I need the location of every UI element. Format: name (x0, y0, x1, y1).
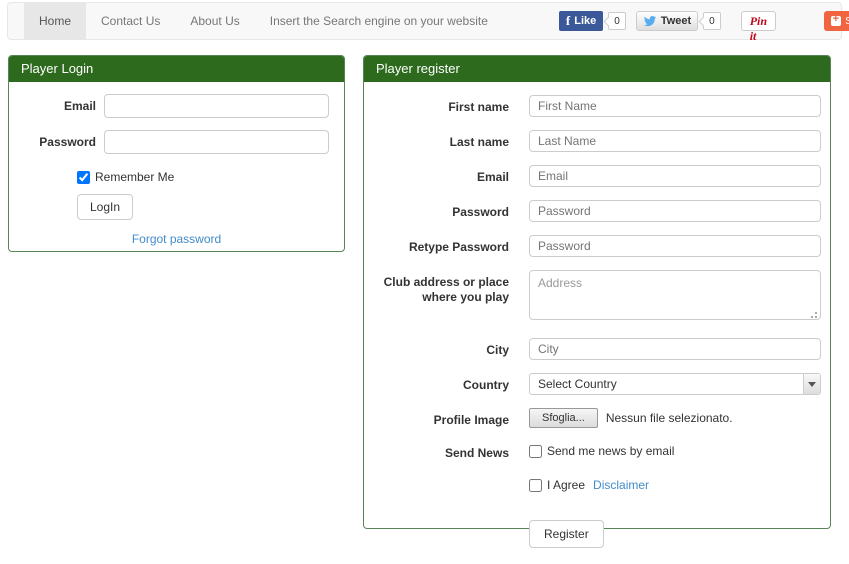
facebook-like-count: 0 (608, 12, 626, 30)
profile-image-label: Profile Image (433, 413, 509, 427)
share-icon (831, 13, 842, 26)
last-name-row: Last name (364, 130, 830, 152)
register-email-row: Email (364, 165, 830, 187)
register-password-input[interactable] (529, 200, 821, 222)
textarea-resize-grip[interactable] (815, 316, 817, 318)
file-status-text: Nessun file selezionato. (605, 411, 733, 425)
remember-me-label: Remember Me (95, 170, 175, 184)
remember-me-row: Remember Me (77, 170, 344, 184)
facebook-icon: f (565, 13, 571, 28)
register-panel-title: Player register (364, 56, 830, 82)
login-password-row: Password (9, 130, 344, 154)
city-input[interactable] (529, 338, 821, 360)
login-email-row: Email (9, 94, 344, 118)
register-button-row: Register (364, 505, 830, 548)
login-email-label: Email (63, 99, 96, 113)
retype-password-input[interactable] (529, 235, 821, 257)
login-email-input[interactable] (104, 94, 329, 118)
send-news-checkbox-label: Send me news by email (547, 444, 675, 458)
player-register-panel: Player register First name Last name Ema… (363, 55, 831, 548)
tweet-button[interactable]: Tweet (635, 11, 699, 31)
register-email-input[interactable] (529, 165, 821, 187)
club-address-textarea[interactable] (529, 270, 821, 320)
country-selected-value: Select Country (538, 377, 617, 391)
disclaimer-link[interactable]: Disclaimer (593, 478, 649, 492)
last-name-input[interactable] (529, 130, 821, 152)
country-select[interactable]: Select Country (529, 373, 821, 395)
country-row: Country Select Country (364, 373, 830, 395)
register-email-label: Email (476, 170, 509, 184)
nav-menu: Home Contact Us About Us Insert the Sear… (24, 3, 503, 39)
login-panel-title: Player Login (9, 56, 344, 82)
register-password-label: Password (452, 205, 509, 219)
nav-item-contact-us[interactable]: Contact Us (86, 3, 175, 39)
i-agree-checkbox[interactable] (529, 478, 542, 492)
tweet-count: 0 (703, 12, 721, 30)
i-agree-label: I Agree (547, 478, 586, 492)
player-login-panel: Player Login Email Password Remember Me … (8, 55, 345, 252)
first-name-label: First name (448, 100, 509, 114)
first-name-row: First name (364, 95, 830, 117)
forgot-password-link[interactable]: Forgot password (132, 232, 221, 246)
country-label: Country (463, 378, 509, 392)
social-widgets: f Like 0 Tweet 0 Pin it Share (558, 11, 849, 43)
tweet-label: Tweet (660, 15, 692, 27)
share-label: Share (845, 15, 849, 27)
chevron-down-icon (803, 374, 820, 394)
login-password-label: Password (39, 135, 96, 149)
nav-item-home[interactable]: Home (24, 3, 87, 39)
share-button[interactable]: Share (824, 11, 849, 31)
club-address-label: Club address or place where you play (383, 275, 509, 304)
browse-file-button[interactable]: Sfoglia... (529, 408, 598, 428)
send-news-label: Send News (444, 446, 509, 460)
remember-me-checkbox[interactable] (77, 170, 90, 184)
city-row: City (364, 338, 830, 360)
club-address-row: Club address or place where you play (364, 270, 830, 325)
facebook-like-label: Like (574, 15, 597, 27)
nav-item-insert-search-engine[interactable]: Insert the Search engine on your website (255, 3, 503, 39)
top-navbar: Home Contact Us About Us Insert the Sear… (7, 2, 849, 43)
pinterest-pinit-button[interactable]: Pin it (740, 11, 777, 43)
facebook-like-button[interactable]: f Like (558, 11, 604, 31)
send-news-checkbox[interactable] (529, 444, 542, 458)
profile-image-row: Profile Image Sfoglia... Nessun file sel… (364, 408, 830, 428)
register-password-row: Password (364, 200, 830, 222)
agree-row: I Agree Disclaimer (364, 478, 830, 492)
send-news-row: Send News Send me news by email (364, 441, 830, 461)
login-password-input[interactable] (104, 130, 329, 154)
first-name-input[interactable] (529, 95, 821, 117)
retype-password-row: Retype Password (364, 235, 830, 257)
retype-password-label: Retype Password (408, 240, 509, 254)
last-name-label: Last name (449, 135, 509, 149)
register-button[interactable]: Register (529, 520, 604, 548)
login-button[interactable]: LogIn (77, 194, 134, 220)
city-label: City (486, 343, 509, 357)
nav-item-about-us[interactable]: About Us (175, 3, 254, 39)
twitter-bird-icon (643, 15, 656, 26)
